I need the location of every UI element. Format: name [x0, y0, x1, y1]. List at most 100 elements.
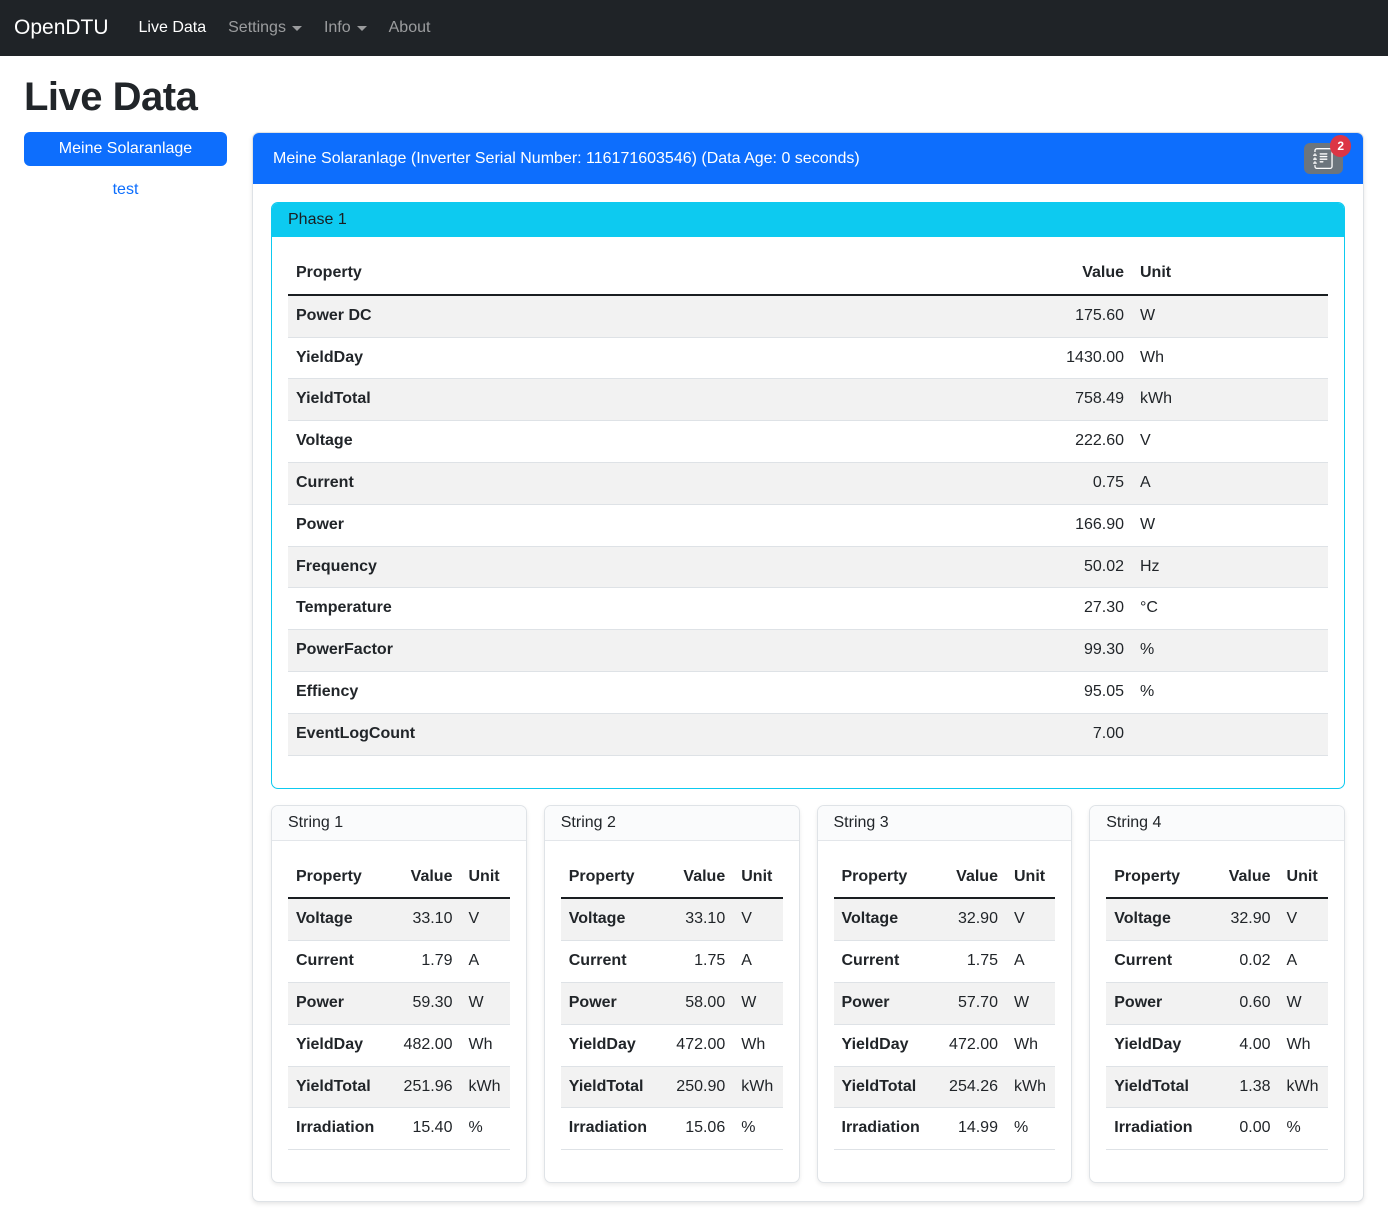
- property-cell: Effiency: [288, 671, 834, 713]
- property-cell: EventLogCount: [288, 713, 834, 755]
- property-cell: YieldDay: [561, 1024, 655, 1066]
- string-card-body: Property Value Unit Voltage32.90VCurrent…: [1090, 841, 1344, 1183]
- unit-cell: Wh: [460, 1024, 509, 1066]
- string-card-title: String 3: [834, 814, 889, 831]
- property-cell: YieldTotal: [288, 1066, 382, 1108]
- string-card-header: String 2: [545, 806, 799, 841]
- table-row: YieldDay472.00Wh: [834, 1024, 1056, 1066]
- property-cell: YieldTotal: [561, 1066, 655, 1108]
- value-cell: 166.90: [834, 504, 1132, 546]
- table-row: Voltage32.90V: [834, 898, 1056, 940]
- property-cell: Voltage: [1106, 898, 1200, 940]
- value-cell: 0.00: [1200, 1108, 1278, 1150]
- table-row: Current1.75A: [561, 941, 783, 983]
- nav-item-info[interactable]: Info: [316, 11, 375, 45]
- brand-link[interactable]: OpenDTU: [14, 16, 109, 40]
- page-title: Live Data: [24, 75, 1364, 120]
- unit-cell: %: [1006, 1108, 1055, 1150]
- value-cell: 472.00: [928, 1024, 1006, 1066]
- value-cell: 27.30: [834, 588, 1132, 630]
- eventlog-badge: 2: [1330, 135, 1351, 157]
- column-header-property: Property: [288, 857, 382, 899]
- sidebar: Meine Solaranlage test: [24, 132, 227, 199]
- navbar: OpenDTU Live Data Settings Info About: [0, 0, 1388, 56]
- table-row: YieldDay482.00Wh: [288, 1024, 510, 1066]
- eventlog-button[interactable]: 2: [1304, 143, 1343, 174]
- inverter-link-test[interactable]: test: [24, 181, 227, 199]
- table-row: YieldDay472.00Wh: [561, 1024, 783, 1066]
- property-cell: YieldTotal: [834, 1066, 928, 1108]
- string-table: Property Value Unit Voltage32.90VCurrent…: [1106, 857, 1328, 1151]
- unit-cell: kWh: [1279, 1066, 1328, 1108]
- unit-cell: [1132, 713, 1328, 755]
- table-row: Power0.60W: [1106, 982, 1328, 1024]
- table-row: Temperature27.30°C: [288, 588, 1328, 630]
- table-row: Irradiation14.99%: [834, 1108, 1056, 1150]
- value-cell: 222.60: [834, 421, 1132, 463]
- string-card-body: Property Value Unit Voltage32.90VCurrent…: [818, 841, 1072, 1183]
- unit-cell: W: [1006, 982, 1055, 1024]
- value-cell: 33.10: [382, 898, 460, 940]
- table-row: Effiency95.05%: [288, 671, 1328, 713]
- value-cell: 1.79: [382, 941, 460, 983]
- unit-cell: Wh: [1279, 1024, 1328, 1066]
- property-cell: Voltage: [288, 421, 834, 463]
- value-cell: 59.30: [382, 982, 460, 1024]
- property-cell: YieldDay: [288, 337, 834, 379]
- unit-cell: %: [733, 1108, 782, 1150]
- column-header-unit: Unit: [1006, 857, 1055, 899]
- phase-card-header: Phase 1: [272, 203, 1344, 237]
- nav-item-label: Info: [324, 19, 351, 37]
- string-card-title: String 2: [561, 814, 616, 831]
- table-row: Power57.70W: [834, 982, 1056, 1024]
- nav-item-about[interactable]: About: [381, 11, 439, 45]
- property-cell: Power: [288, 504, 834, 546]
- phase-table-body: Power DC175.60WYieldDay1430.00WhYieldTot…: [288, 295, 1328, 755]
- property-cell: Current: [834, 941, 928, 983]
- value-cell: 7.00: [834, 713, 1132, 755]
- unit-cell: W: [1132, 504, 1328, 546]
- string-card-title: String 1: [288, 814, 343, 831]
- table-row: YieldTotal254.26kWh: [834, 1066, 1056, 1108]
- column-header-value: Value: [928, 857, 1006, 899]
- property-cell: YieldTotal: [288, 379, 834, 421]
- nav-item-settings[interactable]: Settings: [220, 11, 310, 45]
- value-cell: 32.90: [928, 898, 1006, 940]
- page-container: Live Data Meine Solaranlage test Meine S…: [0, 75, 1388, 1212]
- unit-cell: V: [1006, 898, 1055, 940]
- inverter-select-button[interactable]: Meine Solaranlage: [24, 132, 227, 166]
- column-header-value: Value: [382, 857, 460, 899]
- unit-cell: %: [460, 1108, 509, 1150]
- table-header-row: Property Value Unit: [1106, 857, 1328, 899]
- unit-cell: Wh: [1006, 1024, 1055, 1066]
- column-header-unit: Unit: [460, 857, 509, 899]
- unit-cell: kWh: [1006, 1066, 1055, 1108]
- string-table-body: Voltage33.10VCurrent1.79APower59.30WYiel…: [288, 898, 510, 1149]
- property-cell: Power: [561, 982, 655, 1024]
- nav-item-label: Settings: [228, 19, 286, 37]
- property-cell: Irradiation: [834, 1108, 928, 1150]
- unit-cell: %: [1132, 671, 1328, 713]
- property-cell: Irradiation: [561, 1108, 655, 1150]
- unit-cell: Wh: [1132, 337, 1328, 379]
- table-row: Current1.79A: [288, 941, 510, 983]
- phase-table: Property Value Unit Power DC175.60WYield…: [288, 253, 1328, 756]
- nav-item-live-data[interactable]: Live Data: [131, 11, 215, 45]
- property-cell: YieldDay: [288, 1024, 382, 1066]
- unit-cell: kWh: [733, 1066, 782, 1108]
- table-row: YieldDay4.00Wh: [1106, 1024, 1328, 1066]
- property-cell: Voltage: [288, 898, 382, 940]
- string-card-header: String 3: [818, 806, 1072, 841]
- table-row: Frequency50.02Hz: [288, 546, 1328, 588]
- unit-cell: A: [1132, 462, 1328, 504]
- main-column: Meine Solaranlage (Inverter Serial Numbe…: [252, 132, 1364, 1212]
- table-row: Power DC175.60W: [288, 295, 1328, 337]
- value-cell: 32.90: [1200, 898, 1278, 940]
- property-cell: Irradiation: [1106, 1108, 1200, 1150]
- unit-cell: V: [460, 898, 509, 940]
- property-cell: Current: [288, 462, 834, 504]
- property-cell: Voltage: [561, 898, 655, 940]
- string-card-header: String 1: [272, 806, 526, 841]
- table-header-row: Property Value Unit: [834, 857, 1056, 899]
- column-header-value: Value: [655, 857, 733, 899]
